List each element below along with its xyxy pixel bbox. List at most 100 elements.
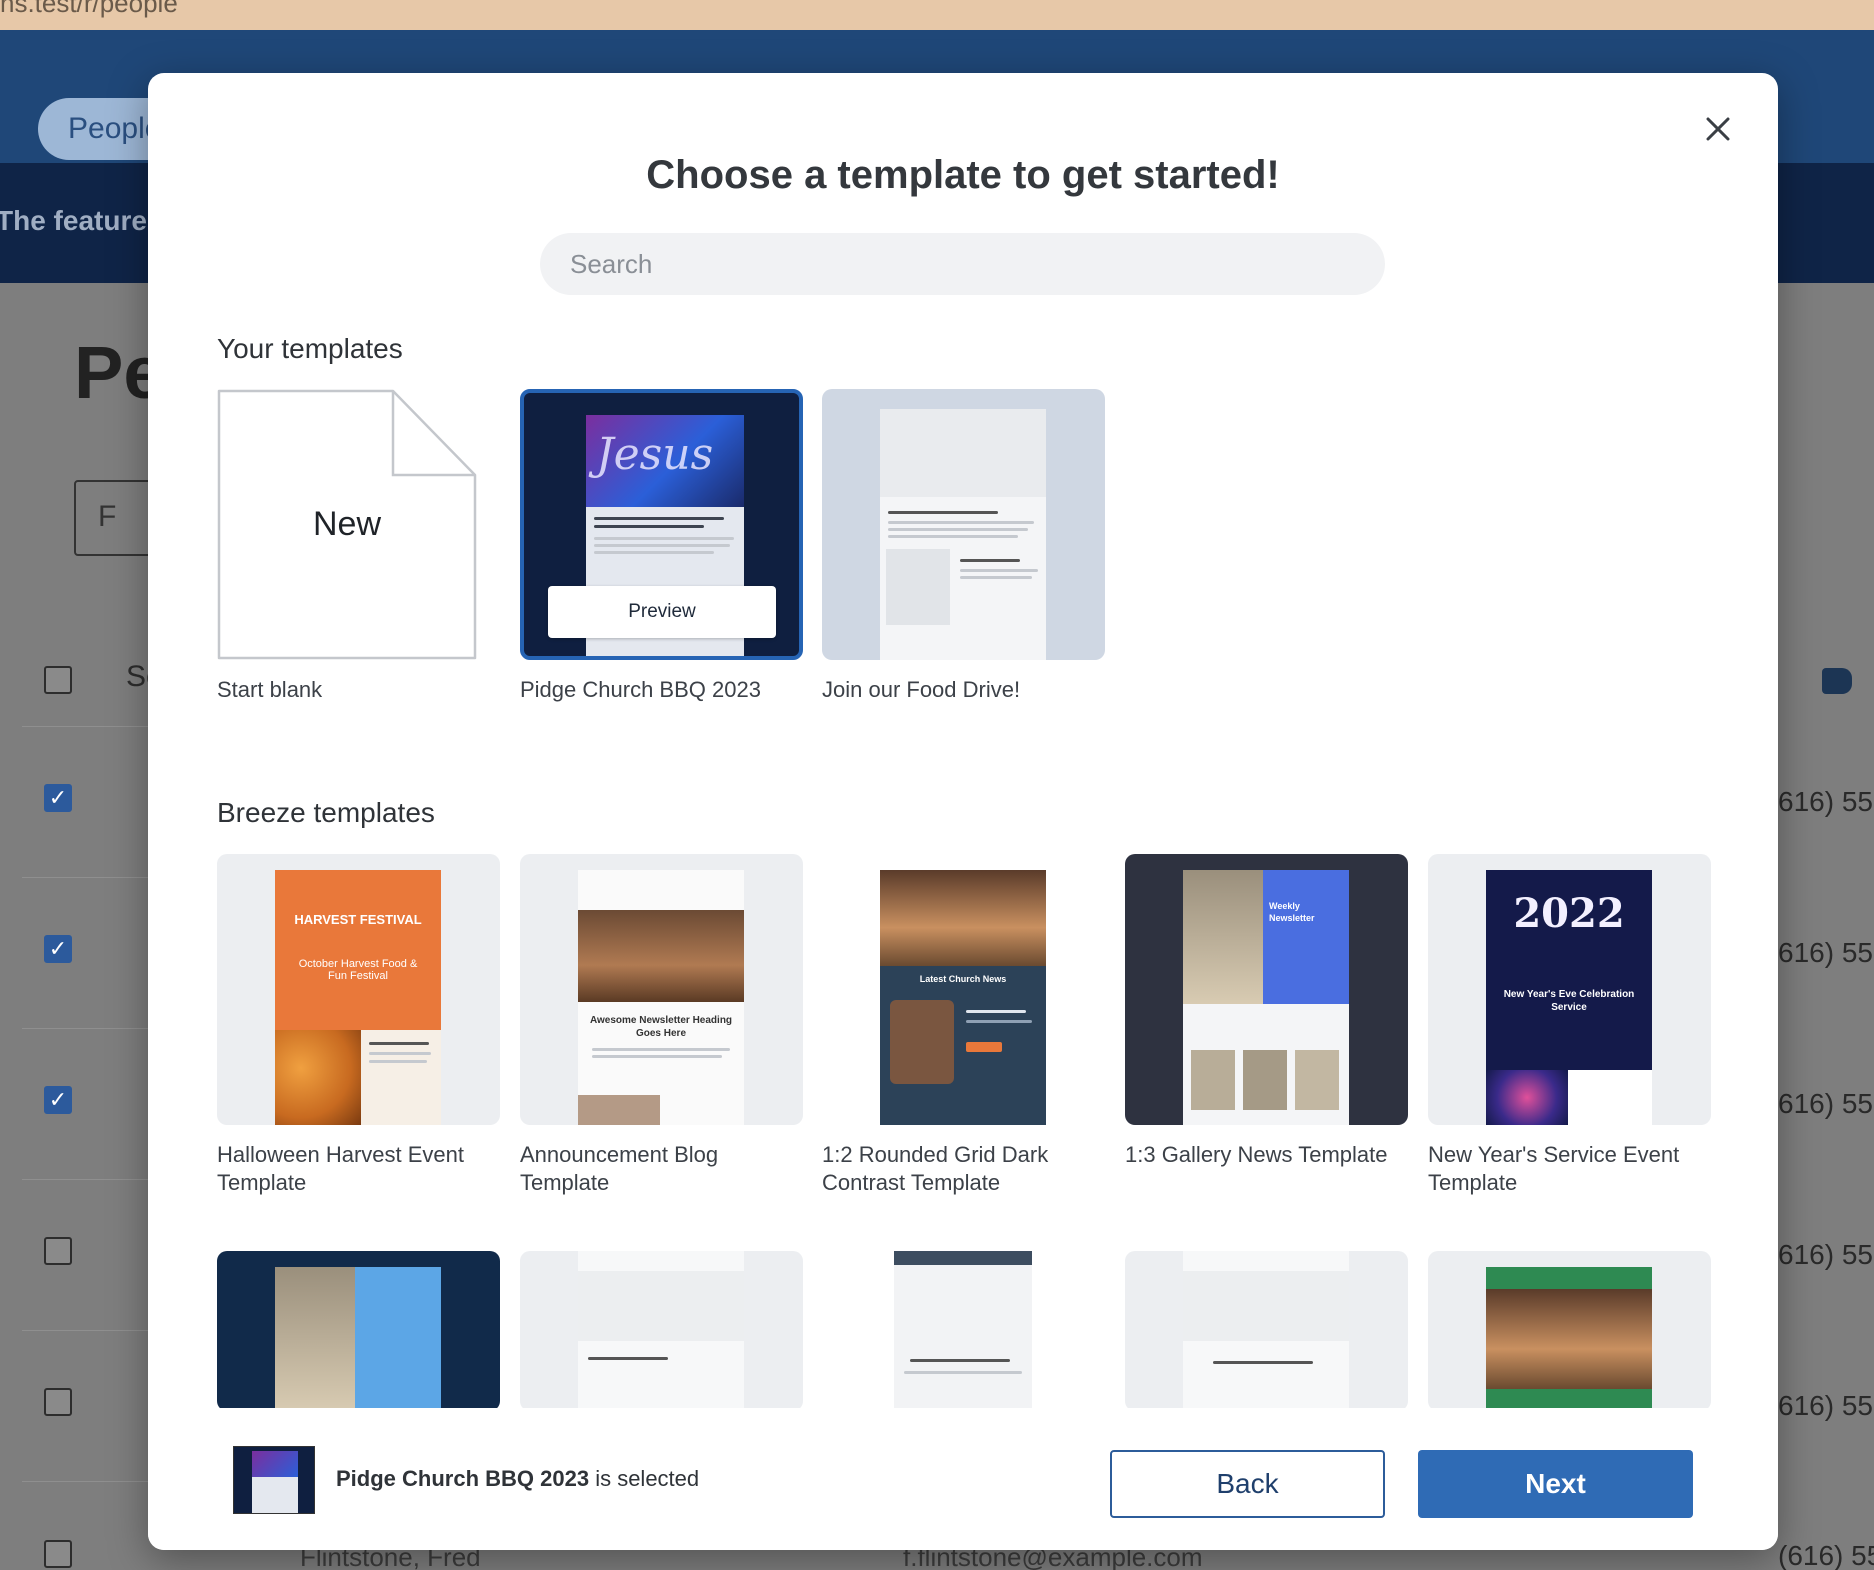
harvest-hero: HARVEST FESTIVAL October Harvest Food & … [275,870,441,1030]
thumb-title: Latest Church News [919,974,1007,984]
hero-lettering: Jesus [596,429,714,480]
hero-image [880,870,1046,966]
template-card-halloween-harvest[interactable]: HARVEST FESTIVAL October Harvest Food & … [217,854,500,1197]
image-placeholder-icon [880,409,1046,497]
template-thumbnail [217,1251,500,1411]
next-button[interactable]: Next [1418,1450,1693,1518]
template-thumbnail [822,389,1105,660]
template-label: Start blank [217,677,323,702]
row-divider [22,1330,162,1331]
selected-template-name: Pidge Church BBQ 2023 [336,1466,590,1491]
cta-button [966,1042,1002,1052]
email-body [894,1251,1032,1411]
row-checkbox[interactable] [44,1540,72,1568]
template-card-announcement-blog[interactable]: Awesome Newsletter Heading Goes Here Ann… [520,854,803,1197]
preview-button[interactable]: Preview [548,586,776,638]
template-label: Announcement Blog Template [520,1142,719,1195]
gallery-tile [1243,1050,1287,1110]
template-card[interactable] [520,1251,803,1411]
template-thumbnail: Awesome Newsletter Heading Goes Here [520,854,803,1125]
template-card-rounded-grid-dark[interactable]: Latest Church News 1:2 Rounded Grid Dark… [822,854,1105,1197]
row-divider [22,1179,162,1180]
browser-url: ns.test/r/people [0,0,178,18]
thumb-title: HARVEST FESTIVAL [294,912,422,927]
template-thumbnail [1428,1251,1711,1411]
hero-panel: Weekly Newsletter [1263,870,1349,1004]
email-body [578,1251,744,1411]
row-phone: 616) 555 [1778,786,1874,817]
template-card[interactable] [822,1251,1105,1411]
image-placeholder-icon [886,549,950,625]
pumpkins-image [275,1030,361,1125]
tag-icon[interactable] [1822,668,1852,694]
template-thumbnail: Weekly Newsletter [1125,854,1408,1125]
template-thumbnail: Latest Church News [822,854,1105,1125]
template-label: New Year's Service Event Template [1428,1142,1680,1195]
row-phone: 616) 555 [1778,1390,1874,1421]
row-checkbox[interactable]: ✓ [44,935,72,963]
template-card-pidge-church-bbq[interactable]: Jesus Preview Pidge Church BBQ 2023 [520,389,803,704]
row-checkbox[interactable] [44,1388,72,1416]
thumb-subtitle: October Harvest Food & Fun Festival [298,958,418,982]
email-header [894,1251,1032,1265]
selection-status: Pidge Church BBQ 2023 is selected [336,1466,699,1492]
close-icon[interactable] [1696,107,1740,151]
hero-image [275,1267,355,1411]
hero-image: Jesus [586,415,744,507]
row-checkbox[interactable]: ✓ [44,1086,72,1114]
hero-image [1486,1289,1652,1389]
email-body [275,1267,441,1411]
email-body [880,409,1046,660]
template-card[interactable] [1125,1251,1408,1411]
template-card-new-years-service[interactable]: 2022 New Year's Eve Celebration Service … [1428,854,1711,1197]
row-phone: 616) 555 [1778,937,1874,968]
template-chooser-modal: Choose a template to get started! Your t… [148,73,1778,1550]
email-body: HARVEST FESTIVAL October Harvest Food & … [275,870,441,1125]
hero-image [1183,870,1263,1004]
template-card-start-blank[interactable]: New Start blank [217,389,500,704]
gallery-tile [1191,1050,1235,1110]
text-block [1568,1070,1652,1125]
row-divider [22,877,162,878]
template-thumbnail: 2022 New Year's Eve Celebration Service [1428,854,1711,1125]
email-body: 2022 New Year's Eve Celebration Service [1486,870,1652,1125]
template-card-food-drive[interactable]: Join our Food Drive! [822,389,1105,704]
row-checkbox[interactable] [44,1237,72,1265]
template-thumbnail [520,1251,803,1411]
template-thumbnail: HARVEST FESTIVAL October Harvest Food & … [217,854,500,1125]
filter-label: F [98,500,117,533]
gallery-tile [1295,1050,1339,1110]
row-phone: 616) 555 [1778,1239,1874,1270]
template-card-gallery-news[interactable]: Weekly Newsletter 1:3 Gallery News Templ… [1125,854,1408,1169]
browser-url-bar[interactable]: ns.test/r/people [0,0,1874,30]
template-card-weekly-church-newsletter[interactable] [217,1251,500,1411]
template-search-input[interactable] [540,233,1385,295]
email-body: Awesome Newsletter Heading Goes Here [578,870,744,1125]
selection-suffix: is selected [589,1466,700,1491]
email-body: Weekly Newsletter [1183,870,1349,1125]
modal-footer: Pidge Church BBQ 2023 is selected Back N… [148,1408,1778,1550]
template-label: Halloween Harvest Event Template [217,1142,465,1195]
row-divider [22,726,162,727]
template-thumbnail: Jesus Preview [520,389,803,660]
hero-panel [355,1267,441,1411]
thumb-title: 2022 [1513,890,1625,937]
row-divider [22,1481,162,1482]
image-tile [890,1000,954,1084]
template-card[interactable] [1428,1251,1711,1411]
row-phone: 616) 555 [1778,1088,1874,1119]
new-label: New [312,505,382,543]
thumb-title: Awesome Newsletter Heading Goes Here [589,1015,733,1039]
email-body [252,1477,298,1513]
template-label: 1:3 Gallery News Template [1125,1142,1388,1167]
thumb-title: Weekly Newsletter [1269,901,1315,923]
selected-template-thumbnail [233,1446,315,1514]
template-label: Pidge Church BBQ 2023 [520,677,761,702]
select-all-checkbox[interactable] [44,666,72,694]
your-templates-heading: Your templates [217,333,403,364]
back-button[interactable]: Back [1110,1450,1385,1518]
blank-document-icon: New [217,389,500,660]
image-placeholder-icon [578,1271,744,1341]
email-body: Latest Church News [880,870,1046,1125]
row-checkbox[interactable]: ✓ [44,784,72,812]
